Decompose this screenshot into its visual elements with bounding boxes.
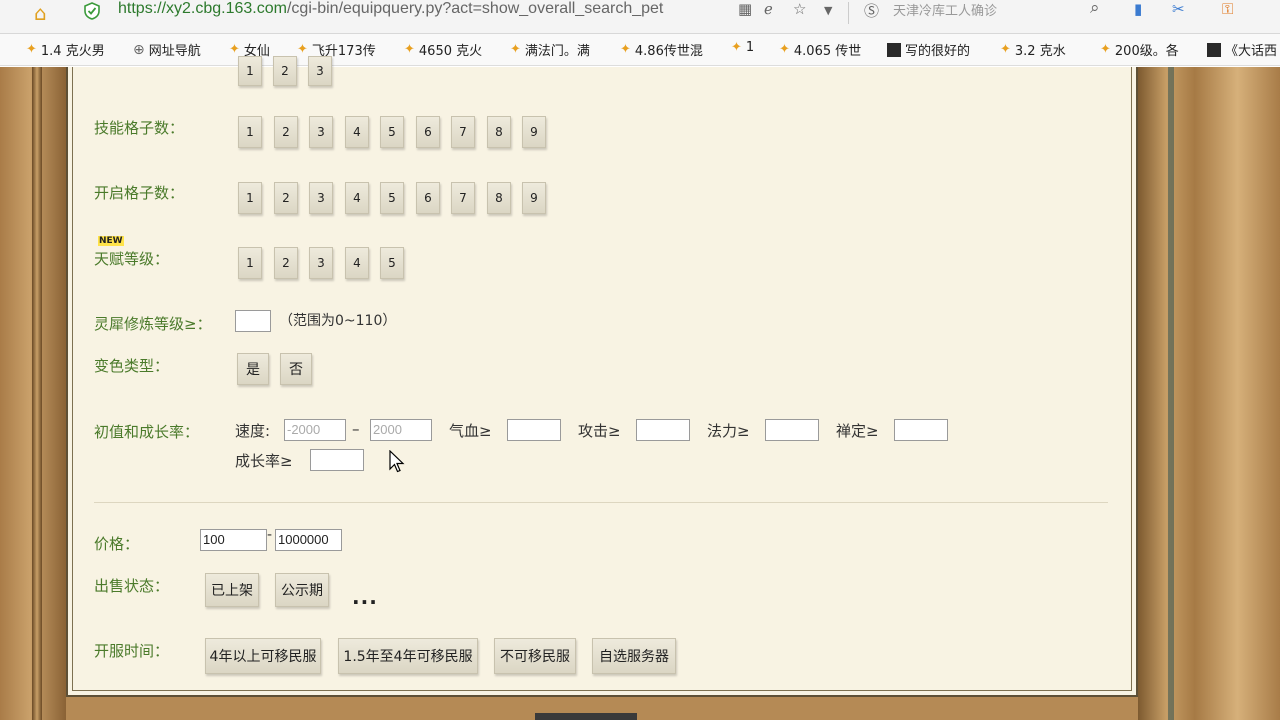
option-button[interactable]: 4	[345, 116, 369, 148]
mana-label: 法力≥	[707, 422, 750, 440]
key-icon[interactable]: ⚿	[1222, 0, 1233, 18]
option-button[interactable]: 2	[274, 247, 298, 279]
speed-label: 速度:	[235, 422, 271, 440]
option-button[interactable]: 8	[487, 182, 511, 214]
zen-input[interactable]	[894, 419, 948, 441]
option-button[interactable]: 3	[309, 247, 333, 279]
server-1-5yr-button[interactable]: 1.5年至4年可移民服	[338, 638, 478, 674]
price-label: 价格：	[94, 535, 140, 553]
chevron-down-icon[interactable]: ▼	[824, 4, 832, 17]
option-button[interactable]: 5	[380, 247, 404, 279]
skill-slots-label: 技能格子数：	[94, 119, 185, 137]
server-no-migrate-button[interactable]: 不可移民服	[494, 638, 576, 674]
mana-input[interactable]	[765, 419, 819, 441]
price-max-input[interactable]: 1000000	[275, 529, 342, 551]
option-button[interactable]: 6	[416, 116, 440, 148]
growth-rate-input[interactable]	[310, 449, 364, 471]
option-button[interactable]: 2	[274, 116, 298, 148]
option-button[interactable]: 5	[380, 116, 404, 148]
shield-icon	[84, 2, 100, 20]
option-button[interactable]: 1	[238, 247, 262, 279]
option-button[interactable]: 3	[309, 116, 333, 148]
sale-status-label: 出售状态：	[94, 577, 170, 595]
open-slots-label: 开启格子数：	[94, 184, 185, 202]
hp-input[interactable]	[507, 419, 561, 441]
search-input[interactable]: 天津冷库工人确诊	[893, 0, 997, 19]
bookmarks-mask	[0, 34, 1280, 66]
color-type-yes-button[interactable]: 是	[237, 353, 269, 385]
color-type-label: 变色类型：	[94, 357, 170, 375]
left-frame	[0, 67, 66, 720]
url-path: /cgi-bin/equipquery.py?act=show_overall_…	[286, 0, 664, 17]
speed-min-input[interactable]: -2000	[284, 419, 346, 441]
star-outline-icon[interactable]: ☆	[793, 0, 806, 18]
ie-icon[interactable]: ℯ	[764, 0, 773, 18]
mouse-cursor-icon	[389, 450, 405, 473]
zen-label: 禅定≥	[836, 422, 879, 440]
right-frame	[1138, 67, 1280, 720]
option-button[interactable]: 5	[380, 182, 404, 214]
address-bar: ⌂ https://xy2.cbg.163.com/cgi-bin/equipq…	[0, 0, 1280, 34]
server-4yr-button[interactable]: 4年以上可移民服	[205, 638, 321, 674]
qr-code-icon[interactable]: ▦	[738, 0, 752, 18]
option-button[interactable]: 1	[238, 182, 262, 214]
option-button[interactable]: 1	[238, 116, 262, 148]
server-time-label: 开服时间：	[94, 642, 170, 660]
url-host: https://xy2.cbg.163.com	[118, 0, 287, 17]
option-button[interactable]: 4	[345, 247, 369, 279]
rhino-level-hint: （范围为0~110）	[279, 313, 397, 329]
option-button[interactable]: 8	[487, 116, 511, 148]
option-button[interactable]: 9	[522, 182, 546, 214]
option-button[interactable]: 2	[274, 182, 298, 214]
option-button[interactable]: 7	[451, 182, 475, 214]
attack-label: 攻击≥	[578, 422, 621, 440]
section-divider	[94, 502, 1108, 503]
extension-icon[interactable]: ▮	[1134, 0, 1142, 18]
color-type-no-button[interactable]: 否	[280, 353, 312, 385]
divider	[848, 2, 849, 24]
public-period-button[interactable]: 公示期	[275, 573, 329, 607]
url-field[interactable]: https://xy2.cbg.163.com/cgi-bin/equipque…	[118, 0, 663, 18]
option-button[interactable]: 9	[522, 116, 546, 148]
option-button[interactable]: 7	[451, 116, 475, 148]
scissors-icon[interactable]: ✂	[1172, 0, 1185, 18]
home-icon[interactable]: ⌂	[34, 1, 47, 25]
price-min-input[interactable]: 100	[200, 529, 267, 551]
speed-separator: –	[352, 420, 360, 438]
rhino-level-label: 灵犀修炼等级≥：	[94, 315, 212, 333]
new-badge: NEW	[98, 236, 124, 246]
growth-label: 初值和成长率：	[94, 423, 200, 441]
search-icon[interactable]: ⌕	[1090, 0, 1100, 18]
hp-label: 气血≥	[449, 422, 492, 440]
custom-server-button[interactable]: 自选服务器	[592, 638, 676, 674]
option-button[interactable]: 4	[345, 182, 369, 214]
more-ellipsis[interactable]: ...	[352, 585, 378, 609]
option-button[interactable]: 6	[416, 182, 440, 214]
growth-rate-label: 成长率≥	[235, 452, 293, 470]
price-separator: -	[267, 527, 273, 543]
rhino-level-input[interactable]	[235, 310, 271, 332]
option-button[interactable]: 3	[309, 182, 333, 214]
page-background	[0, 67, 1280, 720]
on-sale-button[interactable]: 已上架	[205, 573, 259, 607]
search-engine-icon: Ⓢ	[864, 2, 880, 20]
attack-input[interactable]	[636, 419, 690, 441]
talent-level-label: 天赋等级：	[94, 250, 170, 268]
scrollbar-handle[interactable]	[535, 713, 637, 720]
speed-max-input[interactable]: 2000	[370, 419, 432, 441]
